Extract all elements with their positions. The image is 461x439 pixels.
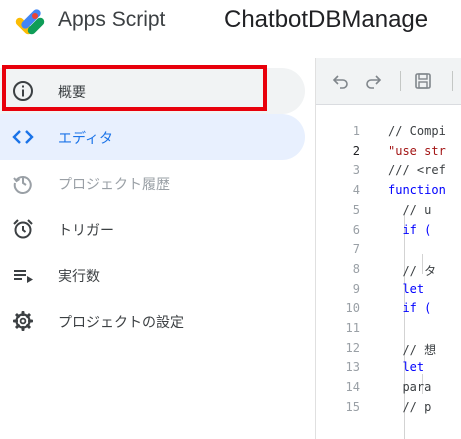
code-text: if ( bbox=[388, 301, 432, 316]
code-text: para bbox=[388, 380, 432, 395]
code-editor[interactable]: 1 // Compi 2 "use str 3 /// <ref 4 function 5 //… bbox=[315, 58, 461, 439]
code-line[interactable]: 13 let bbox=[316, 360, 461, 380]
code-line[interactable]: 6 if ( bbox=[316, 223, 461, 243]
code-line[interactable]: 11 bbox=[316, 321, 461, 341]
redo-icon[interactable] bbox=[362, 70, 384, 92]
executions-list-icon bbox=[12, 264, 34, 286]
line-number: 15 bbox=[345, 399, 360, 414]
code-line[interactable]: 3 /// <ref bbox=[316, 163, 461, 183]
gear-icon bbox=[12, 310, 34, 332]
sidebar-item-label: プロジェクトの設定 bbox=[58, 315, 184, 331]
code-line[interactable]: 12 // 想 bbox=[316, 341, 461, 361]
code-text: // 想 bbox=[388, 342, 437, 357]
info-icon bbox=[12, 80, 34, 102]
code-line[interactable]: 2 "use str bbox=[316, 144, 461, 164]
line-number: 6 bbox=[352, 222, 360, 237]
line-number: 10 bbox=[345, 301, 360, 316]
sidebar-nav: 概要 エディタ プロジェクト履歴 トリガー 実行数 プロジェクトの設定 bbox=[0, 64, 315, 439]
sidebar-item-overview[interactable]: 概要 bbox=[0, 68, 305, 114]
sidebar-item-editor[interactable]: エディタ bbox=[0, 114, 305, 160]
app-header: Apps Script ChatbotDBManage bbox=[0, 0, 461, 48]
code-text: // p bbox=[388, 399, 432, 414]
code-text: if ( bbox=[388, 222, 432, 237]
line-number: 7 bbox=[352, 242, 360, 257]
sidebar-item-label: エディタ bbox=[58, 131, 114, 147]
code-line[interactable]: 5 // u bbox=[316, 203, 461, 223]
code-icon bbox=[12, 126, 34, 148]
code-text: // タ bbox=[388, 263, 437, 278]
code-area[interactable]: 1 // Compi 2 "use str 3 /// <ref 4 function 5 //… bbox=[316, 124, 461, 439]
code-line[interactable]: 4 function bbox=[316, 183, 461, 203]
line-number: 4 bbox=[352, 183, 360, 198]
editor-toolbar bbox=[316, 58, 461, 105]
code-text: function bbox=[388, 183, 446, 198]
sidebar-item-label: プロジェクト履歴 bbox=[58, 177, 170, 193]
code-line[interactable]: 8 // タ bbox=[316, 262, 461, 282]
history-icon bbox=[12, 172, 34, 194]
sidebar-item-label: トリガー bbox=[58, 223, 114, 239]
sidebar-item-project-settings[interactable]: プロジェクトの設定 bbox=[0, 298, 305, 344]
toolbar-divider bbox=[400, 71, 401, 91]
sidebar-item-triggers[interactable]: トリガー bbox=[0, 206, 305, 252]
sidebar-item-project-history[interactable]: プロジェクト履歴 bbox=[0, 160, 305, 206]
line-number: 5 bbox=[352, 202, 360, 217]
line-number: 13 bbox=[345, 360, 360, 375]
code-line[interactable]: 7 bbox=[316, 242, 461, 262]
code-text: // Compi bbox=[388, 124, 446, 138]
brand-name: Apps Script bbox=[58, 8, 166, 31]
code-line[interactable]: 1 // Compi bbox=[316, 124, 461, 144]
apps-script-logo[interactable] bbox=[13, 8, 47, 38]
line-number: 12 bbox=[345, 340, 360, 355]
line-number: 14 bbox=[345, 380, 360, 395]
line-number: 1 bbox=[352, 124, 360, 138]
code-line[interactable]: 15 // p bbox=[316, 400, 461, 420]
line-number: 3 bbox=[352, 163, 360, 178]
code-text: let bbox=[388, 281, 425, 296]
save-icon[interactable] bbox=[412, 70, 434, 92]
code-text: let bbox=[388, 360, 425, 375]
code-line[interactable]: 10 if ( bbox=[316, 301, 461, 321]
alarm-clock-icon bbox=[12, 218, 34, 240]
sidebar-item-label: 概要 bbox=[58, 85, 86, 101]
code-text: "use str bbox=[388, 143, 446, 158]
undo-icon[interactable] bbox=[330, 70, 352, 92]
line-number: 2 bbox=[352, 143, 360, 158]
toolbar-divider bbox=[452, 71, 453, 91]
line-number: 9 bbox=[352, 281, 360, 296]
code-line[interactable]: 14 para bbox=[316, 380, 461, 400]
sidebar-item-label: 実行数 bbox=[58, 269, 100, 285]
sidebar-item-executions[interactable]: 実行数 bbox=[0, 252, 305, 298]
project-title[interactable]: ChatbotDBManage bbox=[224, 6, 428, 34]
line-number: 11 bbox=[345, 321, 360, 335]
line-number: 8 bbox=[352, 261, 360, 276]
code-text: // u bbox=[388, 202, 432, 217]
code-line[interactable]: 9 let bbox=[316, 282, 461, 302]
code-text: /// <ref bbox=[388, 163, 446, 178]
